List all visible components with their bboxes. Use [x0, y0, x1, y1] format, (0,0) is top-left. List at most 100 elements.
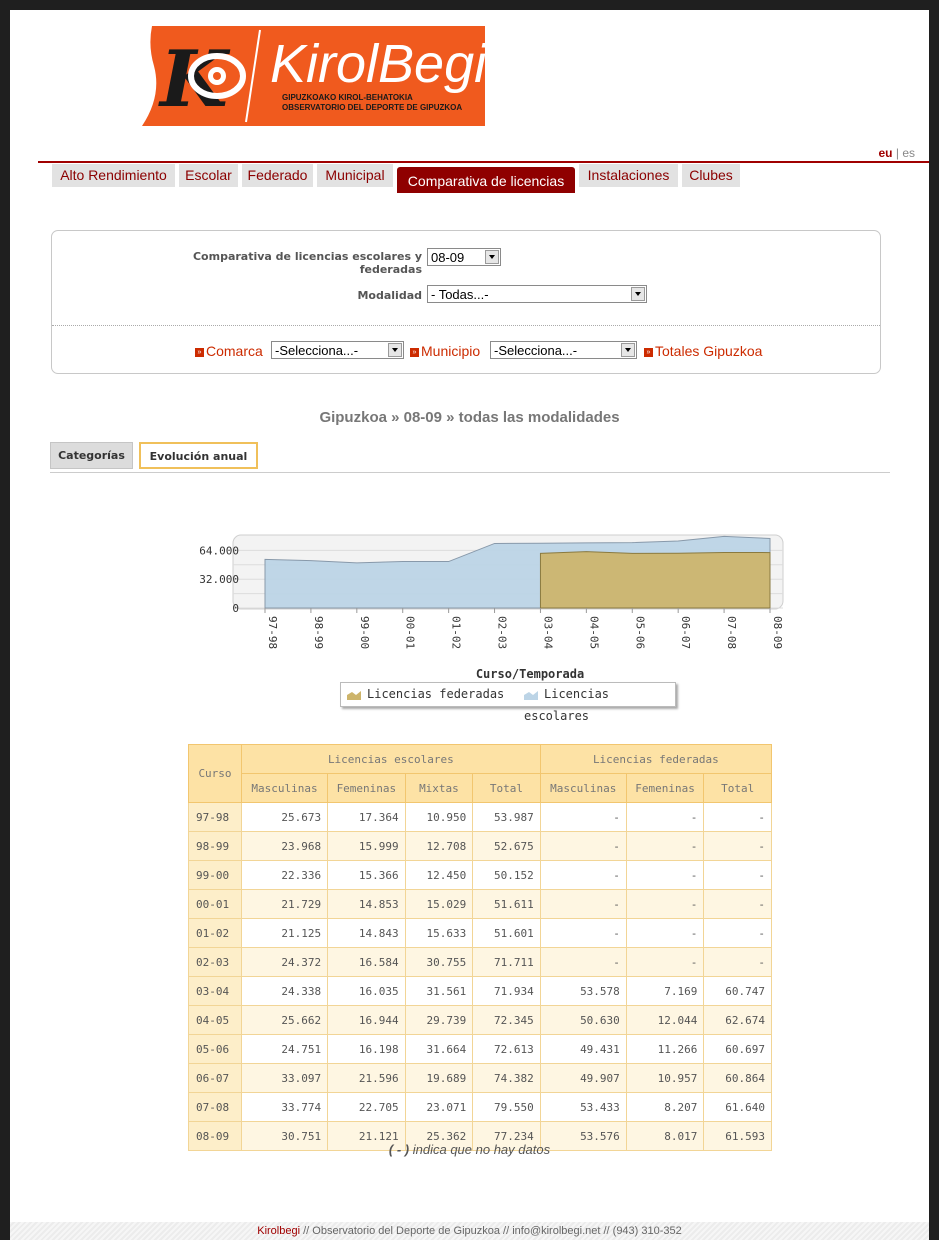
- page-subtitle: Gipuzkoa » 08-09 » todas las modalidades: [319, 409, 620, 426]
- note-text: indica que no hay datos: [409, 1142, 551, 1157]
- table-row: 99-00 22.336 15.366 12.450 50.152- - -: [188, 860, 772, 890]
- lang-es-link[interactable]: es: [902, 146, 915, 160]
- comarca-label[interactable]: » Comarca: [195, 343, 263, 359]
- table-cell: -: [625, 918, 705, 948]
- chart-x-ticks: 97-98 98-99 99-00 00-01 01-02 02-03 03-04 04-05…: [264, 608, 784, 649]
- comparativa-label: Comparativa de licencias escolares y fede…: [192, 250, 422, 276]
- col-curso: Curso: [188, 744, 242, 803]
- lang-eu-link[interactable]: eu: [878, 146, 892, 160]
- table-cell: -: [625, 889, 705, 919]
- table-row: 00-01 21.729 14.853 15.029 51.611- - -: [188, 889, 772, 919]
- table-cell: 8.207: [625, 1092, 705, 1122]
- table-cell: 60.747: [703, 976, 772, 1006]
- tab-evolucion-anual[interactable]: Evolución anual: [139, 442, 258, 469]
- lang-separator: |: [895, 146, 899, 160]
- tab-federado[interactable]: Federado: [242, 164, 313, 187]
- col-escolares-total: Total: [472, 773, 541, 803]
- table-row: 97-98 25.673 17.364 10.950 53.987- - -: [188, 802, 772, 832]
- cell-curso: 03-04: [188, 976, 242, 1006]
- bullet-arrow-icon: »: [644, 347, 653, 357]
- view-tabs: Categorías Evolución anual: [50, 442, 890, 473]
- footer-text: // Observatorio del Deporte de Gipuzkoa …: [300, 1225, 682, 1237]
- tab-alto-rendimiento[interactable]: Alto Rendimiento: [52, 164, 175, 187]
- bullet-arrow-icon: »: [410, 347, 419, 357]
- table-cell: 19.689: [404, 1063, 474, 1093]
- table-cell: 16.944: [327, 1005, 406, 1035]
- cell-curso: 98-99: [188, 831, 242, 861]
- chevron-down-icon: [621, 343, 635, 357]
- municipio-label[interactable]: » Municipio: [410, 343, 480, 359]
- col-group-federadas: Licencias federadas: [539, 744, 773, 774]
- table-cell: 25.662: [240, 1005, 329, 1035]
- footer-brand-link[interactable]: Kirolbegi: [257, 1225, 300, 1237]
- col-federadas-total: Total: [703, 773, 772, 803]
- table-cell: 71.711: [472, 947, 541, 977]
- table-row: 01-02 21.125 14.843 15.633 51.601- - -: [188, 918, 772, 948]
- table-cell: -: [703, 831, 772, 861]
- tab-comparativa-licencias[interactable]: Comparativa de licencias: [397, 167, 575, 193]
- municipio-select[interactable]: -Selecciona...-: [490, 341, 637, 359]
- table-cell: 31.664: [404, 1034, 474, 1064]
- table-cell: 16.035: [327, 976, 406, 1006]
- table-cell: 71.934: [472, 976, 541, 1006]
- table-cell: 31.561: [404, 976, 474, 1006]
- col-federadas-masculinas: Masculinas: [539, 773, 627, 803]
- table-row: 05-06 24.751 16.198 31.664 72.613 49.431 11.26…: [188, 1034, 772, 1064]
- table-cell: 12.708: [404, 831, 474, 861]
- table-cell: 23.968: [240, 831, 329, 861]
- cell-curso: 01-02: [188, 918, 242, 948]
- table-cell: -: [625, 860, 705, 890]
- table-cell: 12.450: [404, 860, 474, 890]
- cell-curso: 02-03: [188, 947, 242, 977]
- y-tick-label: 64.000: [199, 544, 239, 557]
- logo-text: KirolBegi: [270, 34, 485, 94]
- table-cell: 15.999: [327, 831, 406, 861]
- table-cell: -: [539, 918, 627, 948]
- legend-item-federadas[interactable]: Licencias federadas: [347, 683, 504, 705]
- table-cell: 24.751: [240, 1034, 329, 1064]
- kirolbegi-logo[interactable]: K KirolBegi GIPUZKOAKO KIROL-BEHATOKIA O…: [142, 26, 485, 126]
- area-chart-icon: [347, 690, 361, 700]
- series-area-federadas[interactable]: [539, 551, 771, 609]
- table-cell: 7.169: [625, 976, 705, 1006]
- table-cell: 49.907: [539, 1063, 627, 1093]
- licencias-table: Curso Licencias escolares Licencias fede…: [188, 744, 773, 1151]
- area-chart-icon: [524, 690, 538, 700]
- filters-panel: Comparativa de licencias escolares y fede…: [51, 230, 881, 374]
- tab-clubes[interactable]: Clubes: [682, 164, 740, 187]
- table-cell: 25.673: [240, 802, 329, 832]
- totales-gipuzkoa-link[interactable]: » Totales Gipuzkoa: [644, 343, 762, 359]
- tab-categorias[interactable]: Categorías: [50, 442, 133, 469]
- col-escolares-masculinas: Masculinas: [240, 773, 329, 803]
- comarca-select[interactable]: -Selecciona...-: [271, 341, 404, 359]
- table-cell: 12.044: [625, 1005, 705, 1035]
- tab-instalaciones[interactable]: Instalaciones: [579, 164, 678, 187]
- tab-municipal[interactable]: Municipal: [317, 164, 393, 187]
- col-group-escolares: Licencias escolares: [241, 744, 541, 774]
- chart-xlabel: Curso/Temporada: [476, 667, 584, 681]
- table-cell: -: [539, 802, 627, 832]
- table-cell: 14.853: [327, 889, 406, 919]
- legend-item-escolares[interactable]: Licencias escolares: [524, 683, 675, 727]
- logo-sub2: OBSERVATORIO DEL DEPORTE DE GIPUZKOA: [282, 103, 462, 112]
- table-cell: 16.584: [327, 947, 406, 977]
- note-dash: ( - ): [388, 1142, 410, 1157]
- table-cell: 72.613: [472, 1034, 541, 1064]
- table-row: 07-08 33.774 22.705 23.071 79.550 53.433 8.207…: [188, 1092, 772, 1122]
- comparativa-select[interactable]: 08-09: [427, 248, 501, 266]
- legend-label: Licencias federadas: [367, 687, 505, 701]
- table-cell: 15.366: [327, 860, 406, 890]
- table-cell: -: [625, 831, 705, 861]
- table-body: 97-98 25.673 17.364 10.950 53.987- - -98-99 23.…: [188, 802, 772, 1151]
- table-cell: 23.071: [404, 1092, 474, 1122]
- table-cell: 21.125: [240, 918, 329, 948]
- modalidad-select[interactable]: - Todas...-: [427, 285, 647, 303]
- table-cell: 61.640: [703, 1092, 772, 1122]
- tab-escolar[interactable]: Escolar: [179, 164, 238, 187]
- table-cell: -: [703, 802, 772, 832]
- table-cell: 24.338: [240, 976, 329, 1006]
- x-tick-label: 97-98: [266, 616, 279, 649]
- table-cell: -: [539, 889, 627, 919]
- x-tick-label: 06-07: [679, 616, 692, 649]
- table-cell: 10.950: [404, 802, 474, 832]
